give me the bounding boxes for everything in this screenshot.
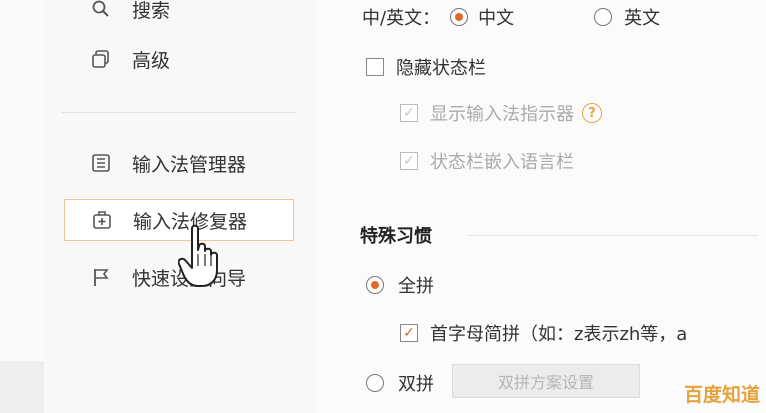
sidebar-item-label: 高级 — [132, 49, 171, 72]
show-indicator-label: 显示输入法指示器 — [430, 104, 574, 125]
sidebar-item-search[interactable]: 搜索 — [64, 0, 294, 30]
search-icon — [90, 0, 112, 20]
radio-full-pinyin[interactable] — [366, 276, 384, 294]
repair-icon — [91, 209, 113, 231]
embed-language-bar-checkbox[interactable]: ✓ — [400, 152, 418, 170]
show-indicator-checkbox[interactable]: ✓ — [400, 104, 418, 122]
language-mode-row: 中/英文： 中文 英文 — [362, 4, 660, 30]
double-pinyin-row: 双拼 — [366, 370, 434, 396]
double-pinyin-scheme-button[interactable]: 双拼方案设置 — [452, 364, 640, 398]
sidebar-item-label: 输入法管理器 — [132, 153, 247, 176]
hide-status-bar-row: 隐藏状态栏 — [366, 54, 486, 80]
show-indicator-row: ✓ 显示输入法指示器 ? — [400, 100, 602, 126]
initial-abbrev-label: 首字母简拼（如：z表示zh等，a — [430, 324, 688, 345]
language-mode-label: 中/英文： — [362, 8, 441, 29]
radio-english[interactable] — [594, 8, 613, 26]
initial-abbrev-checkbox[interactable]: ✓ — [400, 324, 418, 342]
sidebar-item-label: 搜索 — [132, 0, 171, 22]
section-divider — [468, 235, 758, 236]
embed-language-bar-row: ✓ 状态栏嵌入语言栏 — [400, 148, 574, 174]
sidebar: 搜索 高级 输入法管理器 输入法修复器 快速设置向导 — [44, 0, 316, 413]
hide-status-bar-checkbox[interactable] — [366, 58, 384, 76]
sidebar-item-manager[interactable]: 输入法管理器 — [64, 142, 294, 184]
sidebar-item-advanced[interactable]: 高级 — [64, 38, 294, 80]
radio-double-pinyin[interactable] — [366, 374, 384, 392]
sidebar-divider — [62, 112, 296, 113]
double-pinyin-label: 双拼 — [398, 374, 434, 395]
left-panel-footer — [0, 361, 44, 413]
radio-chinese[interactable] — [450, 8, 469, 26]
help-icon[interactable]: ? — [582, 103, 602, 123]
full-pinyin-label: 全拼 — [398, 276, 434, 297]
left-panel-edge — [0, 0, 45, 413]
radio-english-label: 英文 — [624, 8, 661, 29]
settings-panel: 中/英文： 中文 英文 隐藏状态栏 ✓ 显示输入法指示器 ? ✓ 状态栏嵌入语言… — [316, 0, 766, 413]
full-pinyin-row: 全拼 — [366, 272, 434, 298]
hand-cursor-icon — [177, 224, 224, 294]
watermark-logo: 百度知道 — [683, 384, 760, 406]
special-habits-title: 特殊习惯 — [360, 226, 432, 247]
hide-status-bar-label: 隐藏状态栏 — [396, 58, 486, 79]
initial-abbrev-row: ✓ 首字母简拼（如：z表示zh等，a — [400, 320, 687, 346]
advanced-icon — [90, 48, 112, 70]
flag-icon — [90, 266, 112, 288]
radio-chinese-label: 中文 — [478, 8, 515, 29]
manager-icon — [90, 152, 112, 174]
embed-language-bar-label: 状态栏嵌入语言栏 — [430, 152, 574, 173]
